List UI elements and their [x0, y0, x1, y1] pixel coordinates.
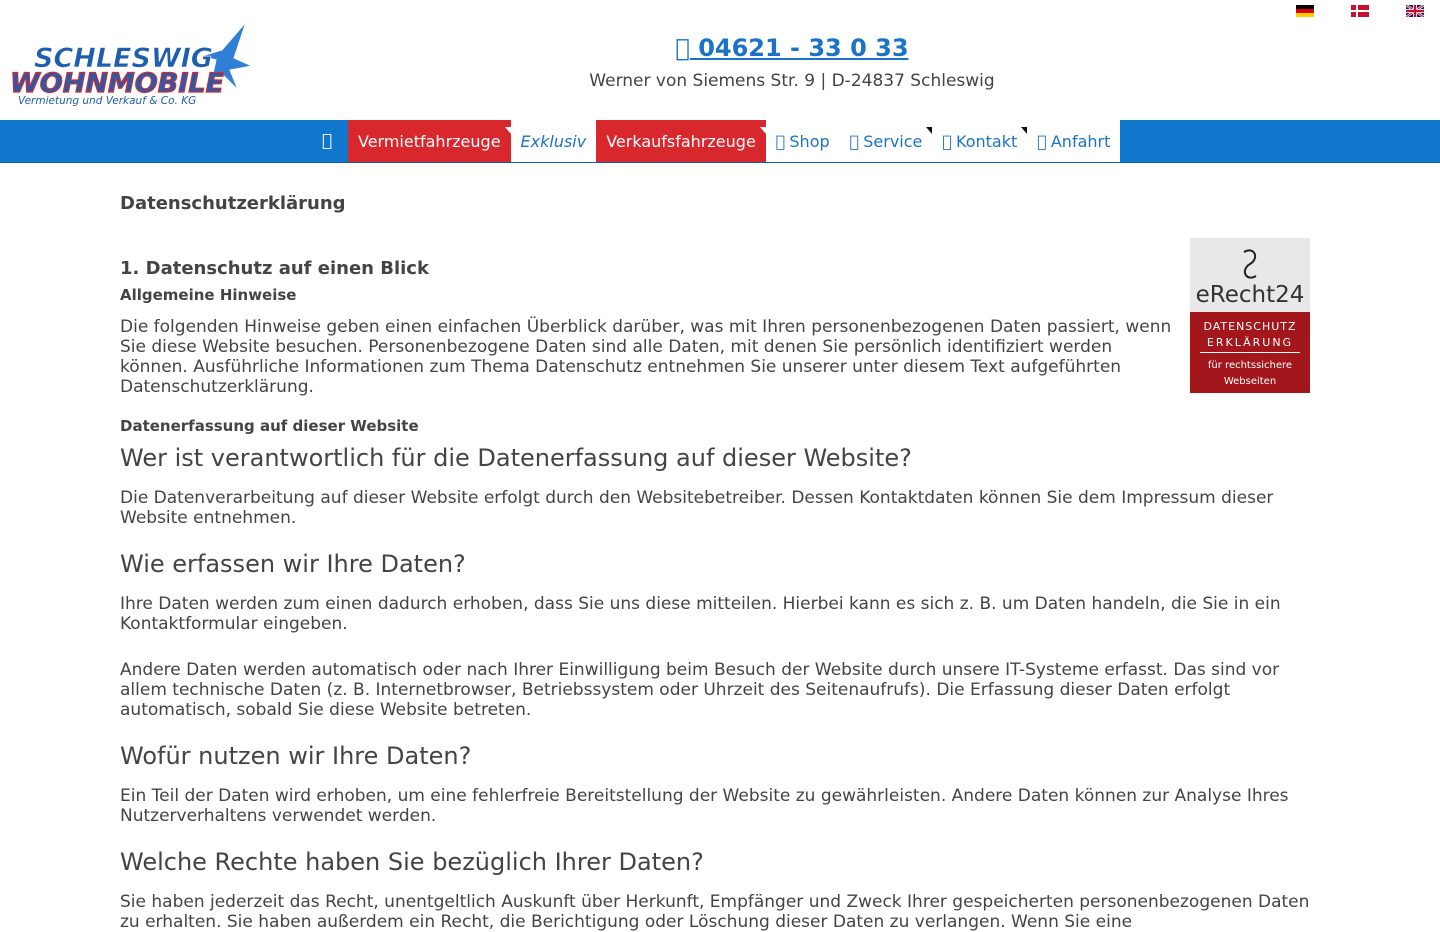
flag-dk-icon[interactable]	[1351, 5, 1369, 17]
wrench-icon: 	[850, 132, 860, 151]
paragraph-intro: Die folgenden Hinweise geben einen einfa…	[120, 317, 1172, 397]
section-heading: 1. Datenschutz auf einen Blick	[120, 258, 429, 279]
flag-de-icon[interactable]	[1296, 5, 1314, 17]
question-heading: Welche Rechte haben Sie bezüglich Ihrer …	[120, 848, 704, 876]
home-icon[interactable]: 	[306, 120, 348, 162]
nav-label: Exklusiv	[520, 131, 587, 151]
phone-icon: 	[675, 34, 689, 62]
map-marker-icon: 	[1037, 132, 1047, 151]
nav-label: Service	[844, 131, 922, 151]
flag-gb-icon[interactable]	[1406, 5, 1424, 17]
paragraph: Ein Teil der Daten wird erhoben, um eine…	[120, 786, 1289, 826]
nav-label: Vermietfahrzeuge	[358, 131, 501, 151]
question-heading: Wofür nutzen wir Ihre Daten?	[120, 742, 472, 770]
question-heading: Wie erfassen wir Ihre Daten?	[120, 550, 466, 578]
phone-link[interactable]:  04621 - 33 0 33	[0, 34, 1440, 62]
paragraph: Ihre Daten werden zum einen dadurch erho…	[120, 594, 1281, 634]
nav-anfahrt[interactable]:  Anfahrt	[1012, 120, 1121, 162]
nav-shop[interactable]:  Shop	[765, 120, 840, 162]
privacy-content: Datenschutzerklärung 1. Datenschutz auf …	[120, 193, 1320, 932]
nav-exklusiv[interactable]: Exklusiv	[510, 120, 597, 162]
nav-label: Shop	[779, 131, 829, 151]
main-navigation:  Vermietfahrzeuge Exklusiv Verkaufsfahr…	[0, 120, 1440, 163]
nav-service[interactable]:  Service	[839, 120, 939, 162]
nav-label: Anfahrt	[1012, 131, 1111, 151]
subsection-heading: Allgemeine Hinweise	[120, 286, 297, 304]
envelope-icon: 	[942, 132, 952, 151]
page-title: Datenschutzerklärung	[120, 193, 346, 214]
nav-label: Kontakt	[927, 131, 1017, 151]
phone-number[interactable]: 04621 - 33 0 33	[698, 34, 908, 62]
company-address: Werner von Siemens Str. 9 | D-24837 Schl…	[589, 71, 995, 91]
nav-vermietfahrzeuge[interactable]: Vermietfahrzeuge	[348, 120, 517, 162]
nav-label: Verkaufsfahrzeuge	[606, 131, 756, 151]
paragraph: Andere Daten werden automatisch oder nac…	[120, 660, 1280, 720]
question-heading: Wer ist verantwortlich für die Datenerfa…	[120, 444, 912, 472]
nav-kontakt[interactable]:  Kontakt	[927, 120, 1034, 162]
paragraph: Sie haben jederzeit das Recht, unentgelt…	[120, 892, 1310, 932]
svg-text:Vermietung und Verkauf & Co. K: Vermietung und Verkauf & Co. KG	[18, 95, 196, 107]
cart-icon: 	[776, 132, 786, 151]
paragraph: Die Datenverarbeitung auf dieser Website…	[120, 488, 1274, 528]
language-switcher	[1296, 5, 1424, 17]
nav-verkaufsfahrzeuge[interactable]: Verkaufsfahrzeuge	[596, 120, 772, 162]
subsection-heading: Datenerfassung auf dieser Website	[120, 417, 419, 435]
